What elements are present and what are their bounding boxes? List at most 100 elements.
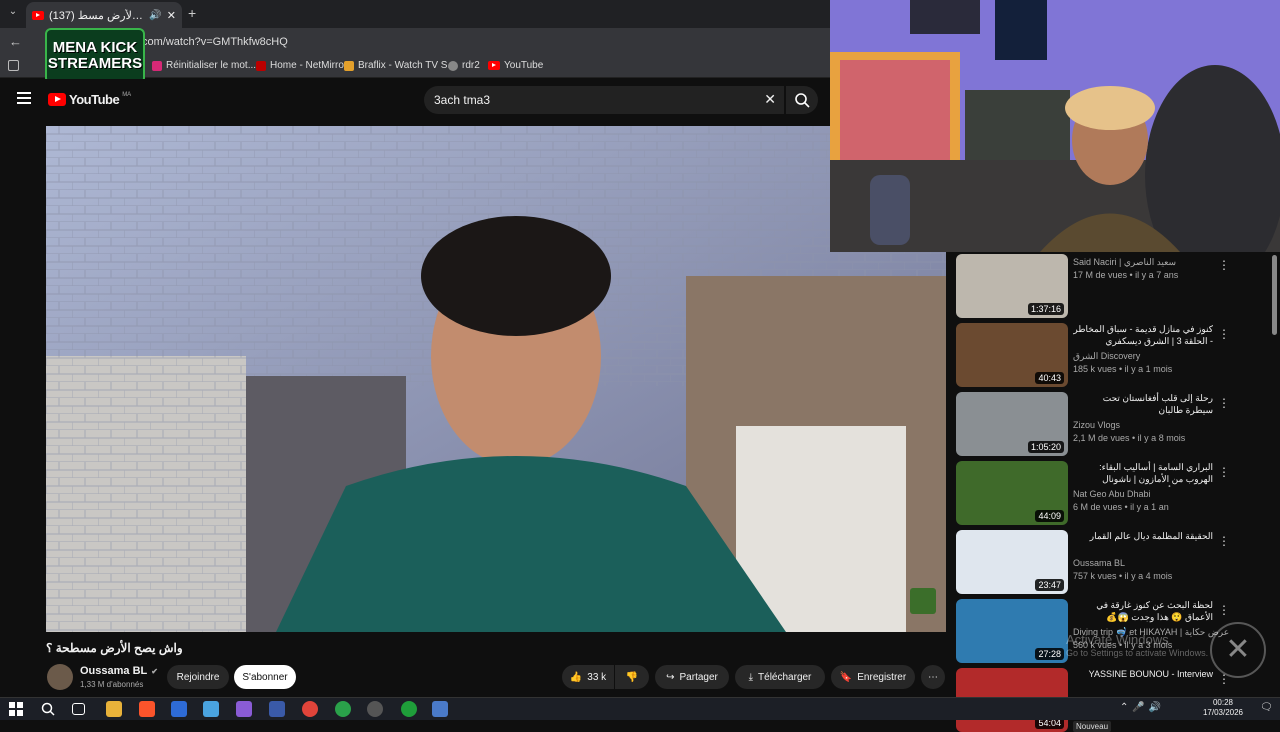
bookmark-icon: 🔖 [839, 671, 853, 683]
activate-windows-watermark: Activate Windows [1066, 632, 1169, 647]
recommendation-item[interactable]: 1:37:16 Said Naciri | سعيد الناصري 17 M de… [956, 254, 1274, 318]
youtube-logo[interactable]: YouTube MA [48, 92, 131, 107]
join-button[interactable]: Rejoindre [167, 665, 229, 689]
discord-icon[interactable] [236, 701, 252, 717]
recommendation-meta: 2,1 M de vues • il y a 8 mois [1073, 433, 1186, 443]
duration-badge: 40:43 [1035, 372, 1064, 384]
save-button[interactable]: 🔖 Enregistrer [831, 665, 915, 689]
braflix-icon [344, 60, 354, 71]
browser-tab-bar: ⌄ (137) واش يصح الأرض مسط 🔊 ✕ + [0, 0, 830, 28]
like-button[interactable]: 👍 33 k [562, 665, 614, 689]
video-thumbnail[interactable]: 44:09 [956, 461, 1068, 525]
streamer-x-logo: ✕ [1210, 622, 1266, 678]
more-vert-icon[interactable]: ⋮ [1218, 258, 1230, 272]
xbox-icon[interactable] [401, 701, 417, 717]
bookmark-item[interactable]: Réinitialiser le mot... [152, 60, 256, 71]
recommendation-channel[interactable]: Zizou Vlogs [1073, 420, 1120, 430]
video-player[interactable] [46, 126, 946, 632]
url-field[interactable]: com/watch?v=GMThkfw8cHQ [142, 36, 288, 48]
bookmark-item[interactable]: Home - NetMirror [256, 60, 347, 71]
bookmark-item[interactable]: YouTube [488, 60, 543, 71]
video-thumbnail[interactable]: 1:37:16 [956, 254, 1068, 318]
clock[interactable]: 00:28 17/03/2026 [1200, 698, 1246, 718]
obs-icon[interactable] [367, 701, 383, 717]
recommendation-channel[interactable]: Oussama BL [1073, 558, 1125, 568]
video-thumbnail[interactable]: 27:28 [956, 599, 1068, 663]
app-icon[interactable] [432, 701, 448, 717]
youtube-bookmark-icon [488, 61, 500, 70]
windows-taskbar: ⌃🎤🔊 00:28 17/03/2026 🗨 [0, 697, 1280, 720]
subscribe-button[interactable]: S'abonner [234, 665, 296, 689]
back-arrow-icon[interactable]: ← [9, 34, 22, 49]
new-tab-icon[interactable]: + [188, 5, 196, 21]
search-taskbar-icon[interactable] [40, 701, 56, 717]
file-explorer-icon[interactable] [106, 701, 122, 717]
download-icon: ⤓ [748, 671, 754, 683]
channel-watermark-icon [910, 588, 936, 614]
bookmark-item[interactable]: Braflix - Watch TV S... [344, 60, 456, 71]
recommendation-title[interactable]: الحقيقة المظلمة ديال عالم القمار [1073, 530, 1213, 542]
apps-grid-icon[interactable] [8, 60, 19, 71]
video-thumbnail[interactable]: 23:47 [956, 530, 1068, 594]
recommendation-item[interactable]: 23:47 الحقيقة المظلمة ديال عالم القمار Ous… [956, 530, 1274, 594]
recommendation-channel[interactable]: Said Naciri | سعيد الناصري [1073, 257, 1176, 268]
more-vert-icon[interactable]: ⋮ [1218, 465, 1230, 479]
bookmark-item[interactable]: rdr2 [448, 60, 480, 71]
channel-avatar[interactable] [47, 664, 73, 690]
search-button[interactable] [786, 86, 818, 114]
duration-badge: 27:28 [1035, 648, 1064, 660]
duration-badge: 44:09 [1035, 510, 1064, 522]
recommendation-item[interactable]: 40:43 كنوز في منازل قديمة - سباق المخاطر … [956, 323, 1274, 387]
notification-icon[interactable]: 🗨 [1260, 702, 1273, 713]
activate-windows-subtext: Go to Settings to activate Windows. [1066, 648, 1209, 658]
recommendation-meta: 185 k vues • il y a 1 mois [1073, 364, 1173, 374]
task-view-icon[interactable] [72, 703, 85, 715]
tab-list-chevron-icon[interactable]: ⌄ [6, 6, 20, 20]
system-tray-icons[interactable]: ⌃🎤🔊 [1120, 702, 1165, 713]
youtube-play-icon [48, 93, 66, 106]
brave-icon[interactable] [139, 701, 155, 717]
recommendation-title[interactable]: لحظة البحث عن كنوز غارقة في الأعماق 😲 هذ… [1073, 599, 1213, 623]
hamburger-menu-icon[interactable] [17, 92, 31, 104]
more-vert-icon[interactable]: ⋮ [1218, 534, 1230, 548]
video-thumbnail[interactable]: 1:05:20 [956, 392, 1068, 456]
download-button[interactable]: ⤓ Télécharger [735, 665, 825, 689]
share-icon: ↪ [666, 671, 675, 683]
duration-badge: 1:37:16 [1027, 303, 1064, 315]
close-tab-icon[interactable]: ✕ [167, 9, 176, 22]
recommendation-meta: 6 M de vues • il y a 1 an [1073, 502, 1169, 512]
share-button[interactable]: ↪ Partager [655, 665, 729, 689]
recommendation-item[interactable]: 44:09 البراري السامة | أساليب البقاء: اله… [956, 461, 1274, 525]
clear-search-icon[interactable]: ✕ [764, 91, 776, 108]
app-icon[interactable] [269, 701, 285, 717]
tab-title: (137) واش يصح الأرض مسط [49, 9, 144, 22]
chrome-icon[interactable] [302, 701, 318, 717]
speaker-icon: 🔊 [149, 9, 162, 21]
recommendation-title[interactable]: رحلة إلى قلب أفغانستان تحت سيطرة طالبان [1073, 392, 1213, 416]
more-vert-icon[interactable]: ⋮ [1218, 603, 1230, 617]
app-icon[interactable] [203, 701, 219, 717]
more-vert-icon[interactable]: ⋮ [1218, 327, 1230, 341]
recommendation-channel[interactable]: الشرق Discovery [1073, 351, 1140, 362]
recommendation-title[interactable]: YASSINE BOUNOU - Interview [1073, 668, 1213, 680]
new-badge: Nouveau [1073, 721, 1112, 732]
dislike-button[interactable]: 👎 [615, 665, 649, 689]
recommendation-meta: 17 M de vues • il y a 7 ans [1073, 270, 1179, 280]
video-thumbnail[interactable]: 40:43 [956, 323, 1068, 387]
thumbs-down-icon: 👎 [625, 671, 639, 683]
recommendation-item[interactable]: 1:05:20 رحلة إلى قلب أفغانستان تحت سيطرة … [956, 392, 1274, 456]
browser-tab[interactable]: (137) واش يصح الأرض مسط 🔊 ✕ [26, 2, 182, 28]
sidebar-scrollbar[interactable] [1272, 255, 1277, 335]
more-actions-button[interactable]: ⋯ [921, 665, 945, 689]
recommendation-title[interactable]: البراري السامة | أساليب البقاء: الهروب م… [1073, 461, 1213, 487]
more-vert-icon[interactable]: ⋮ [1218, 396, 1230, 410]
chrome-profile-icon[interactable] [335, 701, 351, 717]
search-input[interactable]: 3ach tma3 ✕ [424, 86, 784, 114]
channel-name[interactable]: Oussama BL ✔ [80, 665, 158, 677]
youtube-favicon-icon [32, 10, 44, 20]
recommendation-channel[interactable]: Nat Geo Abu Dhabi [1073, 489, 1151, 499]
store-icon[interactable] [171, 701, 187, 717]
video-frame [46, 126, 946, 632]
windows-start-icon[interactable] [8, 701, 24, 717]
recommendation-title[interactable]: كنوز في منازل قديمة - سباق المخاطر - الح… [1073, 323, 1213, 347]
